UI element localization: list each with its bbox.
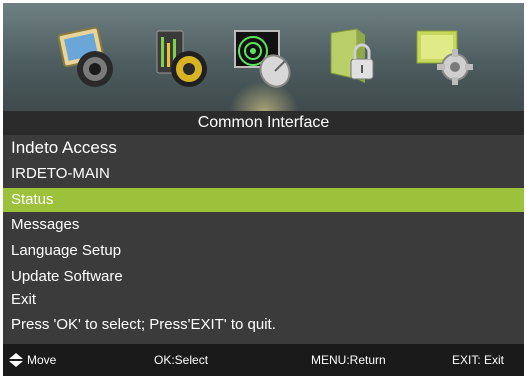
lock-icon[interactable] [321,25,391,91]
selected-category-highlight [229,81,299,111]
menu-item-messages[interactable]: Messages [3,213,524,237]
up-down-arrows-icon [9,353,23,367]
menu-title: Indeto Access [11,138,117,157]
footer-menu: MENU:Return [311,353,386,367]
menu-item-update-software[interactable]: Update Software [3,265,524,289]
footer-bar: Move OK:Select MENU:Return EXIT: Exit [3,344,524,376]
menu-item-exit[interactable]: Exit [3,288,524,312]
help-hint: Press 'OK' to select; Press'EXIT' to qui… [11,316,276,333]
menu-item-status[interactable]: Status [3,188,524,212]
menu-item-language-setup[interactable]: Language Setup [3,239,524,263]
page-title: Common Interface [3,111,524,135]
osd-screen: Common Interface Indeto Access IRDETO-MA… [3,3,524,376]
settings-gear-icon[interactable] [411,25,481,91]
footer-ok: OK:Select [154,353,209,367]
picture-icon[interactable] [55,25,125,91]
footer-exit: EXIT: Exit [452,353,505,367]
sound-icon[interactable] [147,25,217,91]
footer-move: Move [27,353,57,367]
category-icon-bar [3,3,524,111]
menu-item-irdeto-main[interactable]: IRDETO-MAIN [3,162,524,186]
